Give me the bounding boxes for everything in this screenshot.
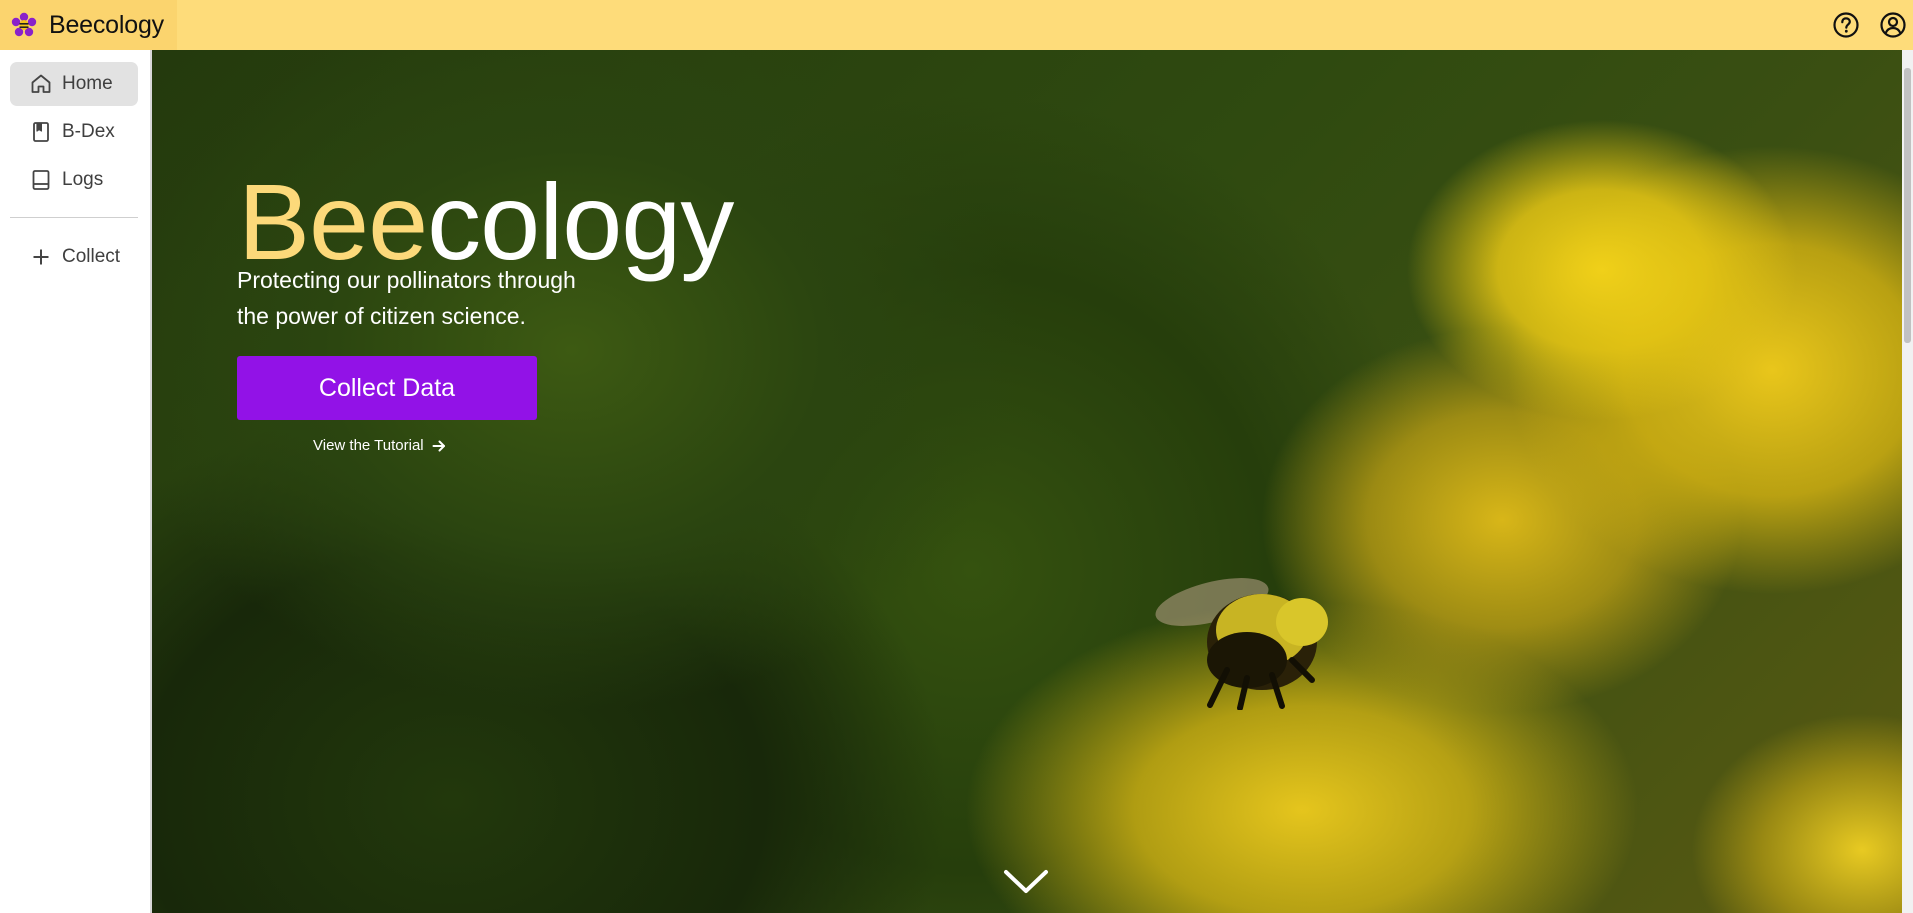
help-button[interactable] <box>1831 10 1861 40</box>
scroll-down-button[interactable] <box>1002 864 1050 900</box>
view-tutorial-link[interactable]: View the Tutorial <box>313 437 446 454</box>
view-tutorial-label: View the Tutorial <box>313 437 424 454</box>
home-icon <box>28 71 54 97</box>
page-scrollbar[interactable] <box>1902 50 1913 913</box>
collect-data-button[interactable]: Collect Data <box>237 356 537 420</box>
sidebar-divider <box>10 217 138 218</box>
brand[interactable]: Beecology <box>0 0 177 50</box>
sidebar: Home B-Dex Logs Collect <box>0 50 152 913</box>
sidebar-item-logs[interactable]: Logs <box>10 158 138 202</box>
account-button[interactable] <box>1878 10 1908 40</box>
top-app-bar: Beecology <box>0 0 1913 50</box>
sidebar-item-b-dex[interactable]: B-Dex <box>10 110 138 154</box>
sidebar-item-label: B-Dex <box>62 121 115 142</box>
help-circle-icon <box>1833 12 1859 38</box>
hero-subtitle-line: Protecting our pollinators through <box>237 267 576 293</box>
hero-subtitle: Protecting our pollinators through the p… <box>237 262 617 334</box>
scrollbar-thumb[interactable] <box>1904 68 1911 343</box>
bee-flower-logo-icon <box>11 12 37 37</box>
hero-subtitle-line: the power of citizen science. <box>237 303 526 329</box>
bookmark-book-icon <box>28 119 54 145</box>
hero-section: Beecology Protecting our pollinators thr… <box>152 50 1913 913</box>
hero-title: Beecology <box>238 168 734 276</box>
sidebar-item-label: Collect <box>62 246 121 267</box>
arrow-right-icon <box>432 439 446 453</box>
account-circle-icon <box>1880 12 1906 38</box>
bumblebee-photo-subject <box>1155 578 1328 710</box>
sidebar-item-home[interactable]: Home <box>10 62 138 106</box>
logbook-icon <box>28 167 54 193</box>
brand-name: Beecology <box>49 10 164 39</box>
sidebar-item-collect[interactable]: Collect <box>10 235 138 279</box>
plus-icon <box>28 244 54 270</box>
sidebar-item-label: Logs <box>62 169 104 190</box>
chevron-down-icon <box>1004 870 1048 893</box>
sidebar-item-label: Home <box>62 73 113 94</box>
